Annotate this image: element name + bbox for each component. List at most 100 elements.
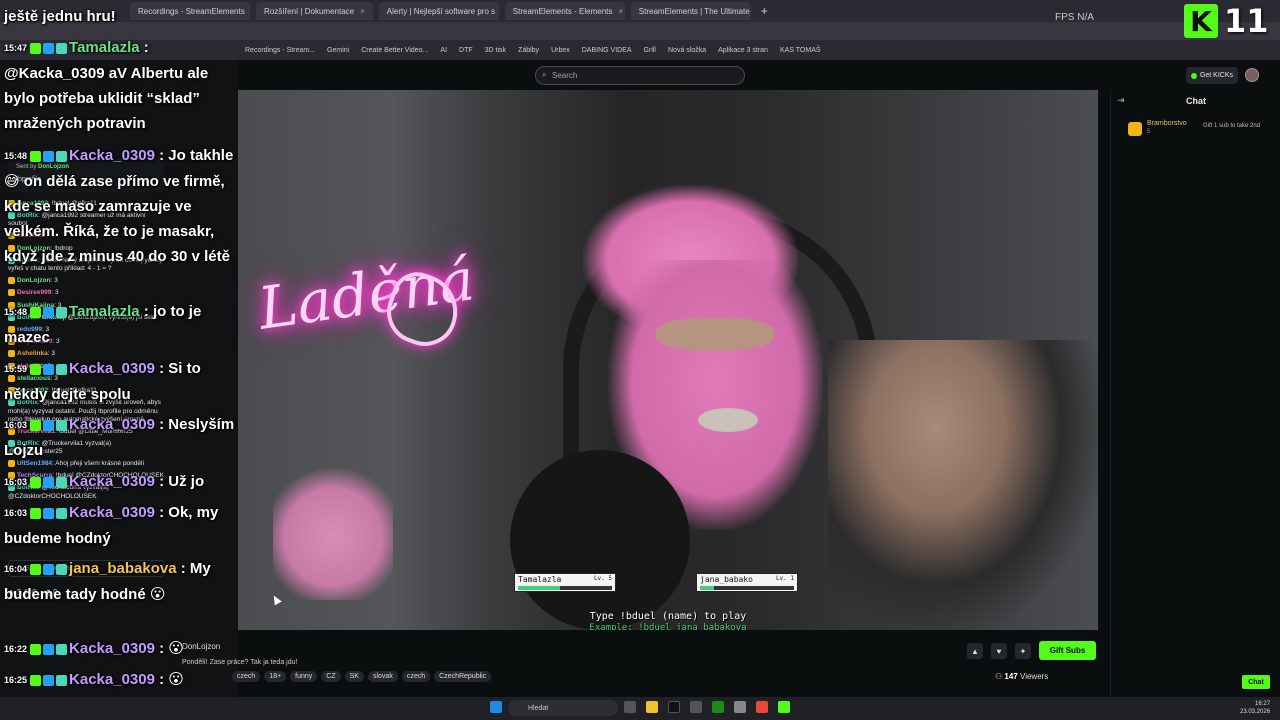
gift-leaderboard[interactable]: Bramborstvo 5 Gift 1 sub to take 2nd — [1123, 116, 1273, 144]
overlay-username: Kacka_0309 — [69, 360, 155, 377]
tag[interactable]: CZ — [321, 671, 341, 682]
gift-subs-button[interactable]: Gift Subs — [1039, 641, 1096, 660]
bookmark[interactable]: Grill — [644, 47, 656, 54]
overlay-chat-line: 16:03 Kacka_0309 : Ok, my budeme hodný — [4, 500, 242, 551]
badge-icon — [56, 507, 68, 519]
streamer-eyes — [656, 318, 774, 350]
tab-label: Rozšíření | Dokumentace — [264, 6, 355, 16]
bookmark[interactable]: Nová složka — [668, 47, 706, 54]
notification-bell-icon[interactable]: ▲ — [967, 643, 983, 659]
xbox-icon[interactable] — [712, 701, 724, 713]
badge-icon — [56, 674, 68, 686]
overlay-timestamp: 16:04 — [4, 563, 28, 574]
overlay-username: Kacka_0309 — [69, 473, 155, 490]
badge-icon — [56, 306, 68, 318]
overlay-username: Tamalazla — [69, 303, 140, 320]
tag[interactable]: slovak — [367, 671, 398, 682]
tiktok-icon[interactable] — [668, 701, 680, 713]
close-icon[interactable]: × — [360, 7, 365, 16]
overlay-username: jana_babakova — [69, 560, 177, 577]
bookmark[interactable]: DABING VIDEA — [582, 47, 632, 54]
bookmark[interactable]: Create Better Video... — [361, 47, 428, 54]
badge-icon — [56, 42, 68, 54]
overlay-chat-line: ještě jednu hru! — [4, 4, 242, 29]
overlay-message: : Jo takhle 😅 on dělá zase přímo ve firm… — [4, 147, 234, 265]
windows-start-icon[interactable] — [490, 701, 502, 713]
tab-label: StreamElements | The Ultimate — [638, 6, 750, 16]
bookmark[interactable]: DTF — [459, 47, 473, 54]
kick-app-icon[interactable] — [778, 701, 790, 713]
browser-tab[interactable]: Rozšíření | Dokumentace × — [256, 2, 373, 20]
overlay-chat-line: 16:03 Kacka_0309 : Už jo — [4, 469, 242, 495]
badge-icon — [43, 563, 55, 575]
overlay-chat-line: 16:03 Kacka_0309 : Neslyším Lojzu — [4, 412, 242, 463]
browser-tab[interactable]: StreamElements - Elements × — [504, 2, 625, 20]
overlay-message: : 😮 — [159, 671, 184, 688]
bookmark[interactable]: Aplikace 3 stran — [718, 47, 768, 54]
bookmark[interactable]: Urbex — [551, 47, 570, 54]
chat-send-button[interactable]: Chat — [1242, 675, 1270, 689]
chat-overlay: ještě jednu hru! 15:47 Tamalazla : @Kacka_0… — [0, 0, 245, 720]
overlay-username: Tamalazla — [69, 39, 140, 56]
overlay-timestamp: 15:48 — [4, 306, 28, 317]
tag[interactable]: SK — [344, 671, 364, 682]
close-icon[interactable]: × — [618, 7, 623, 16]
overlay-chat-line: @Kacka_0309 aV Albertu ale bylo potřeba … — [4, 61, 242, 136]
overlay-message: : Už jo — [159, 473, 205, 490]
crown-icon — [1128, 122, 1142, 136]
bookmark[interactable]: Gemini — [327, 47, 349, 54]
bookmark[interactable]: Záblby — [518, 47, 539, 54]
duel-hp-bar — [700, 586, 794, 590]
obs-icon[interactable] — [734, 701, 746, 713]
kick-coin-icon — [1190, 72, 1197, 79]
badge-icon — [30, 674, 42, 686]
background-toy — [273, 460, 393, 600]
duel-player-name: Tamalazla — [518, 575, 562, 584]
bookmark[interactable]: AI — [440, 47, 447, 54]
overlay-username: Kacka_0309 — [69, 504, 155, 521]
file-explorer-icon[interactable] — [646, 701, 658, 713]
tag[interactable]: 18+ — [264, 671, 287, 682]
taskbar-clock[interactable]: 16:27 23.03.2026 — [1240, 700, 1270, 716]
task-view-icon[interactable] — [624, 701, 636, 713]
duel-hp-fill — [700, 586, 715, 590]
browser-tab[interactable]: StreamElements | The Ultimate× — [630, 2, 751, 20]
pin-icon[interactable]: ✦ — [1015, 643, 1031, 659]
badge-icon — [43, 150, 55, 162]
badge-icon — [30, 476, 42, 488]
stream-tags: czech 18+ funny CZ SK slovak czech Czech… — [232, 671, 492, 682]
badge-icon — [43, 643, 55, 655]
bookmark[interactable]: KAS TOMAŠ — [780, 47, 821, 54]
clock-date: 23.03.2026 — [1240, 709, 1271, 715]
tab-label: StreamElements - Elements — [512, 6, 613, 16]
chrome-icon[interactable] — [756, 701, 768, 713]
overlay-username: Kacka_0309 — [69, 147, 155, 164]
microphone — [510, 450, 690, 630]
get-kicks-button[interactable]: Get KICKs — [1186, 67, 1238, 84]
video-player[interactable]: Laděná — [238, 90, 1098, 630]
badge-icon — [56, 419, 68, 431]
tag[interactable]: czech — [401, 671, 431, 682]
duel-hp-fill — [518, 586, 561, 590]
kick-count: 11 — [1224, 2, 1269, 40]
duel-card-right: jana_babako Lv. 1 — [696, 573, 798, 592]
browser-tab[interactable]: Alerty | Nejlepší software pro s× — [378, 2, 499, 20]
duel-instructions: Type !bduel (name) to play — [589, 611, 747, 622]
avatar[interactable] — [1245, 68, 1259, 82]
settings-icon[interactable] — [690, 701, 702, 713]
badge-icon — [30, 419, 42, 431]
tag[interactable]: CzechRepublic — [434, 671, 492, 682]
search-placeholder: Search — [552, 71, 578, 80]
new-tab-button[interactable]: + — [757, 4, 772, 18]
badge-icon — [56, 643, 68, 655]
kick-logo-icon: K — [1184, 4, 1218, 38]
bookmark[interactable]: 3D tisk — [485, 47, 506, 54]
badge-icon — [43, 674, 55, 686]
heart-icon[interactable]: ♥ — [991, 643, 1007, 659]
bookmark[interactable]: Recordings - Stream... — [245, 47, 315, 54]
tag[interactable]: funny — [290, 671, 318, 682]
overlay-timestamp: 16:03 — [4, 476, 28, 487]
badge-icon — [30, 363, 42, 375]
taskbar-search[interactable]: Hledat — [508, 700, 618, 716]
search-input[interactable]: ⌕ Search — [535, 66, 745, 85]
